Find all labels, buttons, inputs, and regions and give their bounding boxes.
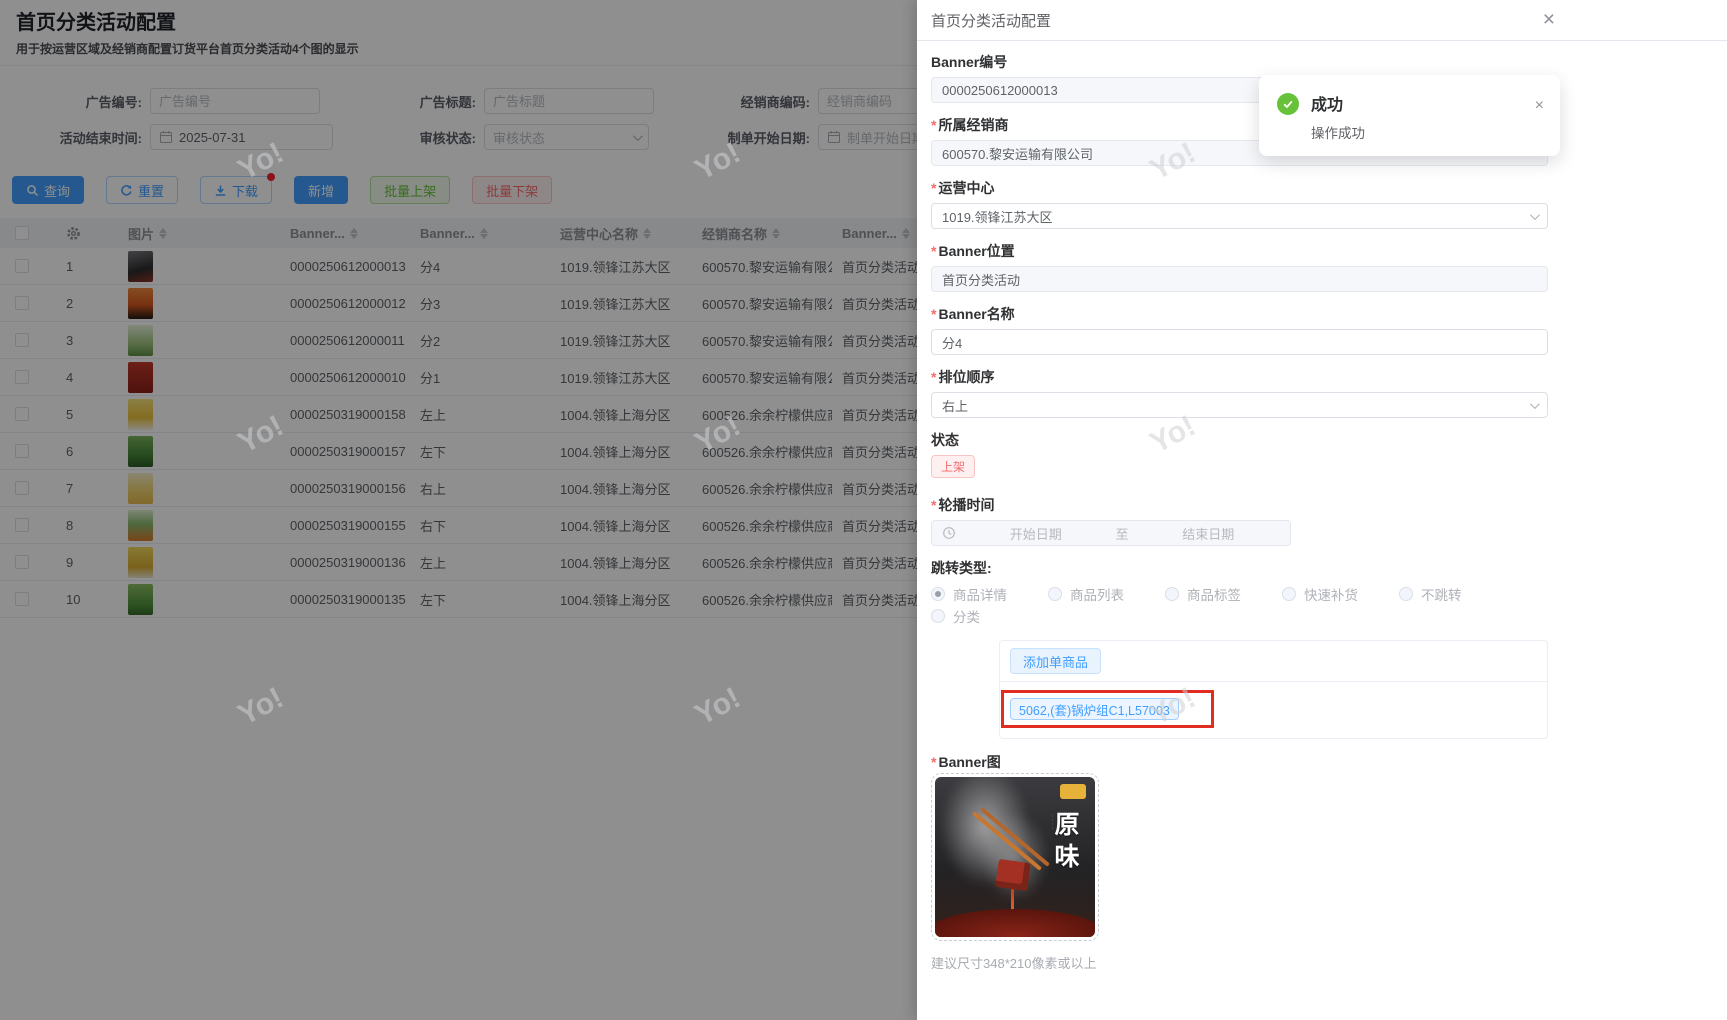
field-order: 排位顺序 右上 [931, 368, 1548, 418]
center-select[interactable]: 1019.领锋江苏大区 [931, 203, 1548, 229]
jump-type-radio-group: 商品详情 商品列表 商品标签 快速补货 不跳转分类 [931, 583, 1548, 627]
jump-type-radio-1[interactable]: 商品列表 [1048, 583, 1165, 605]
field-label: Banner位置 [931, 242, 1548, 260]
start-date-placeholder: 开始日期 [1009, 526, 1062, 542]
field-status: 状态 上架 [931, 431, 1548, 478]
hotpot-cube [995, 858, 1031, 892]
success-check-icon [1277, 93, 1299, 115]
drawer-body: Banner编号 0000250612000013 所属经销商 600570.黎… [917, 41, 1548, 972]
radio-icon [931, 609, 945, 623]
hotpot-base [935, 909, 1095, 937]
radio-label: 商品详情 [953, 588, 1007, 603]
success-toast: 成功 操作成功 × [1259, 75, 1560, 156]
drawer-title: 首页分类活动配置 [931, 12, 1052, 30]
chevron-down-icon [1529, 209, 1540, 220]
field-label: Banner名称 [931, 305, 1548, 323]
jump-type-radio-5[interactable]: 分类 [931, 605, 1048, 627]
name-value: 分4 [942, 335, 963, 351]
range-separator: 至 [1115, 526, 1129, 542]
product-tag[interactable]: 5062,(套)锅炉组C1,L57003 [1010, 698, 1179, 720]
toast-title: 成功 [1311, 97, 1344, 114]
dealer-value: 600570.黎安运输有限公司 [942, 146, 1093, 162]
field-jump-type: 跳转类型: 商品详情 商品列表 商品标签 快速补货 不跳转分类 [931, 559, 1548, 627]
radio-label: 商品列表 [1070, 588, 1124, 603]
time-range-picker[interactable]: 开始日期 至 结束日期 [931, 520, 1291, 546]
field-center: 运营中心 1019.领锋江苏大区 [931, 179, 1548, 229]
drawer-header: 首页分类活动配置 × [917, 0, 1727, 41]
add-product-button[interactable]: 添加单商品 [1010, 648, 1102, 674]
field-label: 运营中心 [931, 179, 1548, 197]
radio-label: 商品标签 [1187, 588, 1241, 603]
toast-message: 操作成功 [1311, 126, 1365, 141]
field-position: Banner位置 首页分类活动 [931, 242, 1548, 292]
jump-type-radio-2[interactable]: 商品标签 [1165, 583, 1282, 605]
radio-icon [1399, 587, 1413, 601]
field-name: Banner名称 分4 [931, 305, 1548, 355]
radio-label: 不跳转 [1421, 588, 1462, 603]
order-value: 右上 [942, 398, 969, 414]
radio-label: 快速补货 [1304, 588, 1358, 603]
field-label: 状态 [931, 432, 959, 448]
banner-no-value: 0000250612000013 [942, 82, 1058, 98]
drawer-close-icon[interactable]: × [1543, 7, 1555, 33]
field-label: 排位顺序 [931, 368, 1548, 386]
annotation-box: 5062,(套)锅炉组C1,L57003 [1001, 690, 1214, 728]
position-input[interactable]: 首页分类活动 [931, 266, 1548, 292]
order-select[interactable]: 右上 [931, 392, 1548, 418]
radio-icon [931, 587, 945, 601]
product-panel: 添加单商品 5062,(套)锅炉组C1,L57003 [999, 640, 1548, 739]
toast-close-icon[interactable]: × [1535, 98, 1544, 114]
image-overlay-text: 原味 [1051, 811, 1079, 875]
radio-label: 分类 [953, 610, 980, 625]
field-label: 跳转类型: [931, 560, 992, 576]
radio-icon [1048, 587, 1062, 601]
field-banner-image: Banner图 ···· 原味 建议尺寸348*210像素或以上 [931, 753, 1548, 972]
name-input[interactable]: 分4 [931, 329, 1548, 355]
radio-icon [1165, 587, 1179, 601]
center-value: 1019.领锋江苏大区 [942, 209, 1053, 225]
field-label: 轮播时间 [931, 496, 1548, 514]
banner-image-preview[interactable]: ···· 原味 [931, 773, 1099, 941]
jump-type-radio-4[interactable]: 不跳转 [1399, 583, 1516, 605]
end-date-placeholder: 结束日期 [1182, 526, 1235, 542]
brand-logo [1060, 784, 1086, 799]
position-value: 首页分类活动 [942, 272, 1021, 288]
field-label: Banner图 [931, 753, 1548, 771]
jump-type-radio-3[interactable]: 快速补货 [1282, 583, 1399, 605]
radio-icon [1282, 587, 1296, 601]
field-label: Banner编号 [931, 54, 1008, 70]
image-size-hint: 建议尺寸348*210像素或以上 [931, 956, 1097, 971]
status-badge: 上架 [931, 455, 976, 478]
chevron-down-icon [1529, 398, 1540, 409]
clock-icon [943, 527, 955, 539]
field-time: 轮播时间 开始日期 至 结束日期 [931, 496, 1548, 546]
jump-type-radio-0[interactable]: 商品详情 [931, 583, 1048, 605]
